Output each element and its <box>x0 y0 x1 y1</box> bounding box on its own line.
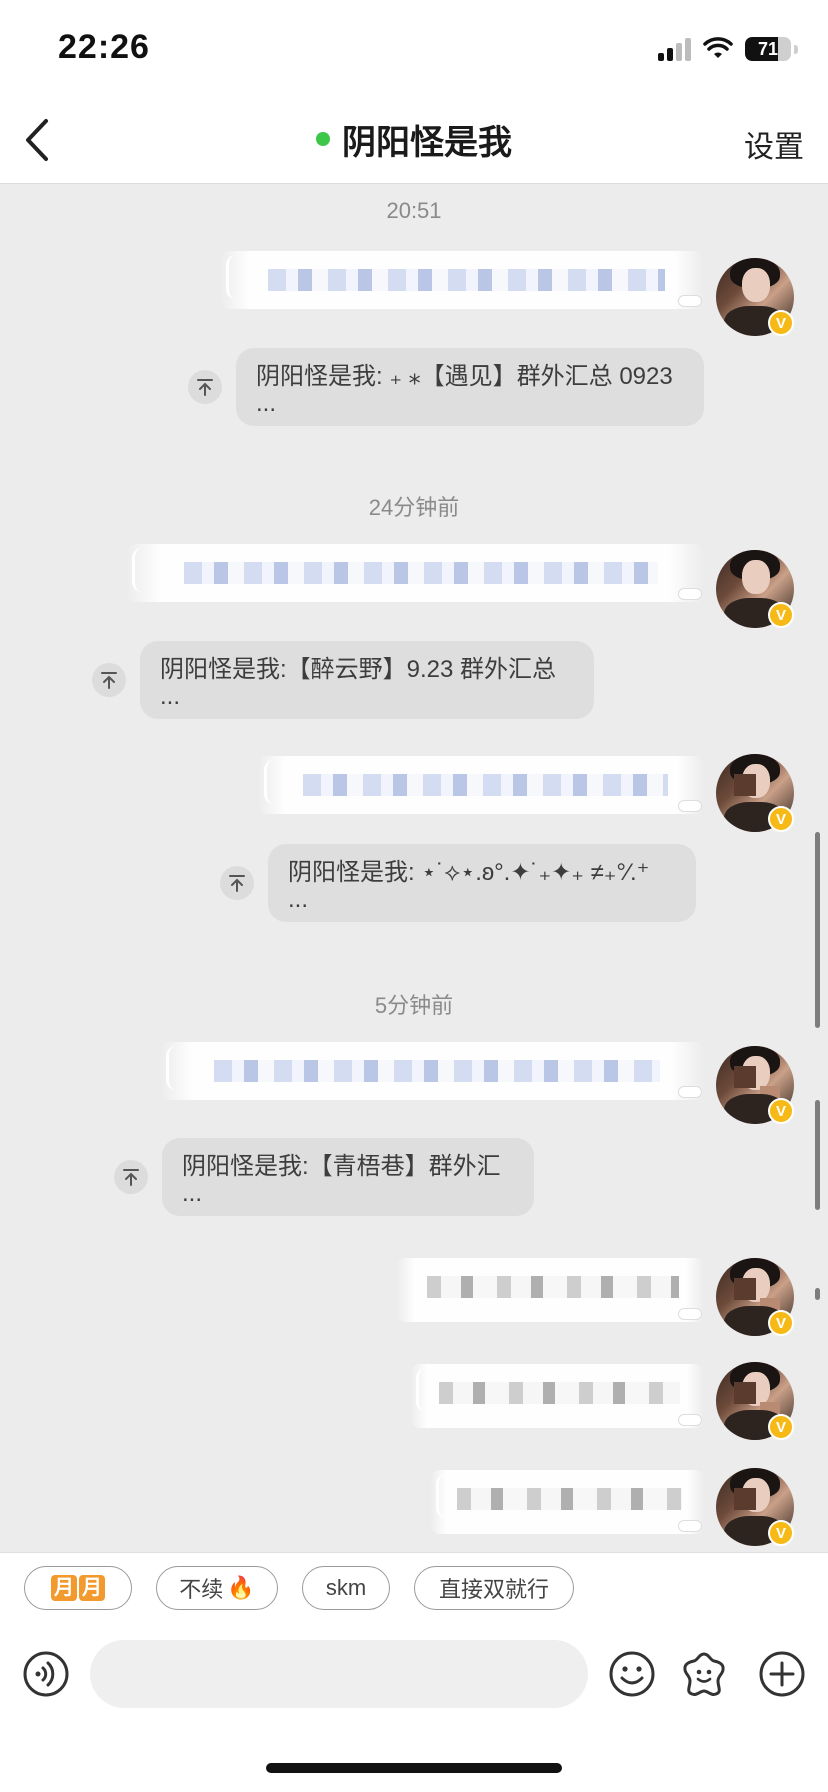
home-indicator[interactable] <box>266 1763 562 1773</box>
voice-icon <box>23 1651 69 1697</box>
emoji-icon <box>609 1651 655 1697</box>
verified-badge-icon: V <box>768 310 794 336</box>
online-status-dot <box>316 132 330 146</box>
blurred-sticker-message[interactable] <box>220 251 704 309</box>
message-bubble[interactable]: 阴阳怪是我: ₊ ⁎【遇见】群外汇总 0923 ... <box>236 348 704 426</box>
pin-top-button[interactable] <box>220 866 254 900</box>
time-label: 5分钟前 <box>374 993 454 1018</box>
cellular-signal-icon <box>658 37 691 61</box>
verified-badge-icon: V <box>768 1520 794 1546</box>
verified-badge-icon: V <box>768 806 794 832</box>
plus-icon <box>759 1651 805 1697</box>
chat-area[interactable]: 20:51 V 阴阳怪是我: ₊ ⁎【遇见】群外汇总 0923 ... 24分钟… <box>0 184 828 1552</box>
pin-top-icon <box>101 672 117 689</box>
message-text: 阴阳怪是我: ⋆˙⟡⋆.ʚ°.✦˙₊✦₊ ≠₊°⁄.⁺ <box>288 859 650 886</box>
quick-reply-tag: 月 <box>79 1575 105 1601</box>
message-ellipsis: ... <box>182 1180 203 1207</box>
blurred-sticker-message[interactable] <box>258 756 704 814</box>
chat-title-area: 阴阳怪是我 <box>0 116 828 162</box>
pin-top-icon <box>197 379 213 396</box>
quick-reply-label: 直接双就行 <box>438 1577 549 1602</box>
quick-reply-chip[interactable]: 月 月 <box>24 1566 132 1610</box>
pin-top-button[interactable] <box>92 663 126 697</box>
status-time: 22:26 <box>58 28 150 66</box>
blurred-sticker-message[interactable] <box>410 1364 704 1428</box>
sticker-icon <box>683 1652 725 1696</box>
verified-badge-icon: V <box>768 1414 794 1440</box>
message-bubble[interactable]: 阴阳怪是我:【青梧巷】群外汇 ... <box>162 1138 534 1216</box>
message-text: 阴阳怪是我:【醉云野】9.23 群外汇总 <box>160 656 557 683</box>
message-text: 阴阳怪是我:【青梧巷】群外汇 <box>182 1153 501 1180</box>
top-bar: 22:26 71 阴阳怪是我 设置 <box>0 0 828 184</box>
settings-button[interactable]: 设置 <box>744 122 804 166</box>
message-text: 阴阳怪是我: ₊ ⁎【遇见】群外汇总 0923 <box>256 363 673 390</box>
quick-reply-chip[interactable]: skm <box>302 1566 390 1610</box>
battery-level: 71 <box>757 38 779 59</box>
quick-reply-label: 不续 <box>179 1577 224 1602</box>
quick-reply-tag: 月 <box>51 1575 77 1601</box>
emoji-button[interactable] <box>608 1650 656 1698</box>
sticker-button[interactable] <box>680 1650 728 1698</box>
input-bar <box>0 1622 828 1792</box>
pin-top-icon <box>123 1169 139 1186</box>
pin-top-button[interactable] <box>114 1160 148 1194</box>
verified-badge-icon: V <box>768 1310 794 1336</box>
scrollbar-thumb[interactable] <box>815 1288 820 1300</box>
scrollbar-thumb[interactable] <box>815 832 820 1028</box>
scrollbar-thumb[interactable] <box>815 1100 820 1210</box>
pin-top-button[interactable] <box>188 370 222 404</box>
message-bubble[interactable]: 阴阳怪是我:【醉云野】9.23 群外汇总 ... <box>140 641 594 719</box>
blurred-sticker-message[interactable] <box>396 1258 704 1322</box>
time-label: 20:51 <box>386 198 442 223</box>
fire-icon: 🔥 <box>227 1575 255 1600</box>
quick-reply-chip[interactable]: 不续 🔥 <box>156 1566 278 1610</box>
message-ellipsis: ... <box>160 683 181 710</box>
status-icons: 71 <box>658 32 798 66</box>
message-bubble[interactable]: 阴阳怪是我: ⋆˙⟡⋆.ʚ°.✦˙₊✦₊ ≠₊°⁄.⁺ ... <box>268 844 696 922</box>
voice-button[interactable] <box>22 1650 70 1698</box>
more-button[interactable] <box>758 1650 806 1698</box>
battery-tip <box>794 44 798 54</box>
battery-icon: 71 <box>745 37 791 61</box>
wifi-icon <box>703 37 733 58</box>
chat-title: 阴阳怪是我 <box>342 123 512 162</box>
message-ellipsis: ... <box>288 886 309 913</box>
time-label: 24分钟前 <box>368 495 460 520</box>
quick-reply-chip[interactable]: 直接双就行 <box>414 1566 574 1610</box>
blurred-sticker-message[interactable] <box>160 1042 704 1100</box>
blurred-sticker-message[interactable] <box>126 544 704 602</box>
verified-badge-icon: V <box>768 1098 794 1124</box>
message-input[interactable] <box>90 1640 588 1708</box>
quick-reply-label: skm <box>325 1575 367 1600</box>
message-ellipsis: ... <box>256 390 277 417</box>
pin-top-icon <box>229 875 245 892</box>
verified-badge-icon: V <box>768 602 794 628</box>
blurred-sticker-message[interactable] <box>430 1470 704 1534</box>
quick-reply-bar: 月 月 不续 🔥 skm 直接双就行 <box>0 1552 828 1623</box>
